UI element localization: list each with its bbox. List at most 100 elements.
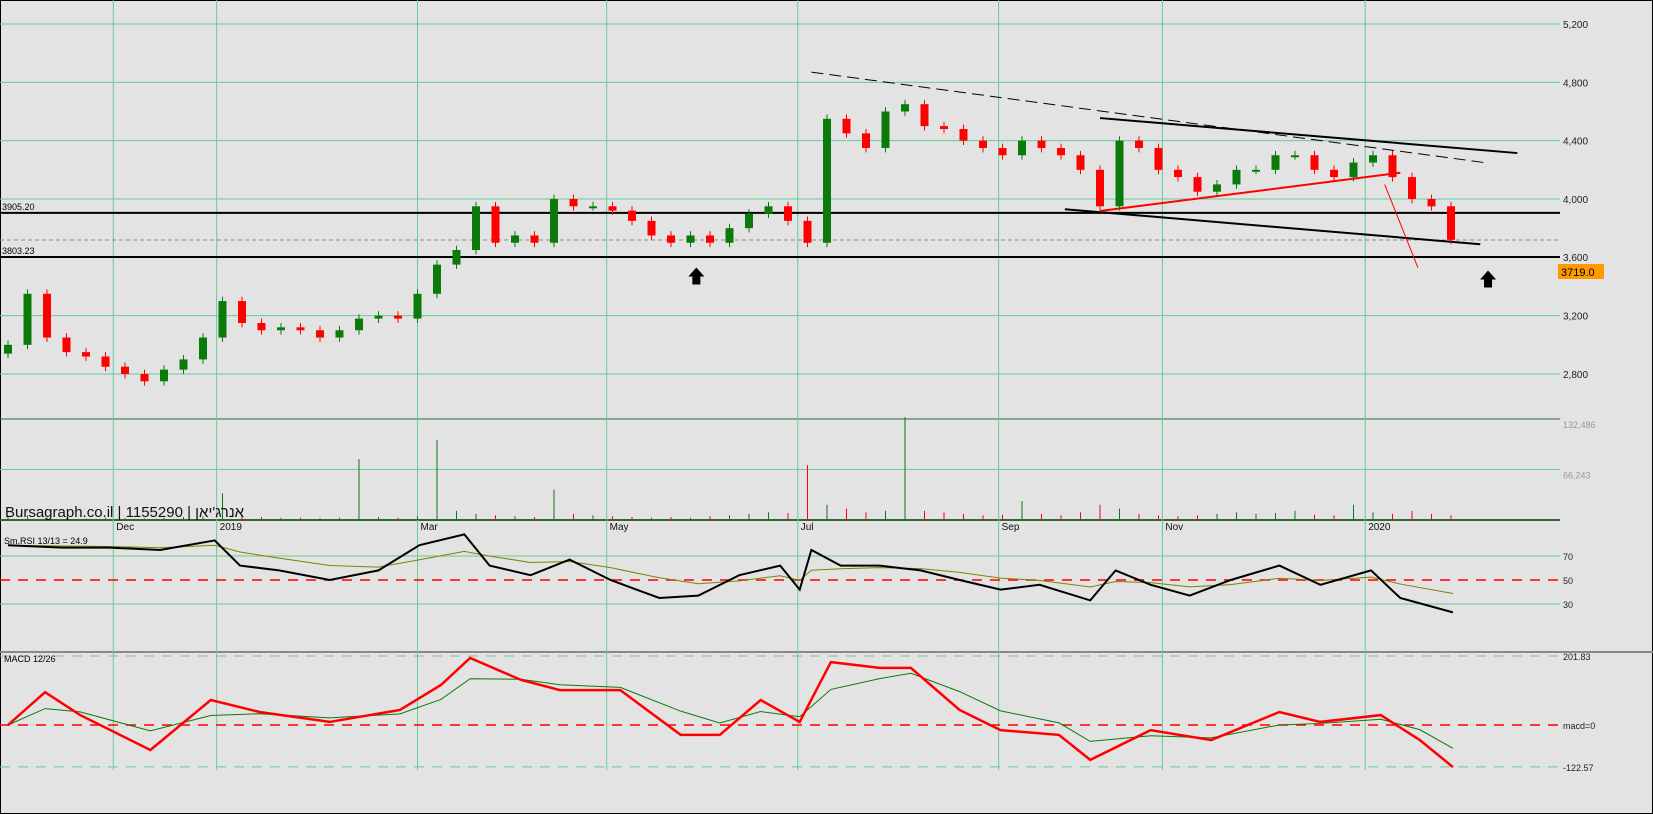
candle-body [199, 337, 207, 360]
macd-tick-label: macd=0 [1563, 721, 1595, 731]
candle-body [686, 235, 695, 243]
candle-body [316, 330, 324, 338]
candle-body [355, 318, 363, 331]
trendline [1064, 208, 1481, 246]
candle-body [277, 327, 285, 331]
last-price-label: 3719.0 [1561, 267, 1595, 279]
candle-body [901, 104, 909, 112]
candle-body [374, 315, 383, 319]
x-tick-label: May [610, 522, 629, 533]
candle-body [23, 293, 32, 345]
candle-body [1076, 155, 1085, 170]
candle-body [335, 330, 344, 338]
candle-body [1408, 177, 1416, 199]
up-arrow-icon [688, 267, 705, 285]
rsi-label: Sm.RSI 13/13 = 24.9 [4, 536, 88, 546]
candle-body [608, 206, 617, 211]
candle-body [1271, 155, 1280, 170]
candle-body [1388, 155, 1397, 178]
candle-body [1427, 199, 1436, 207]
candle-body [823, 118, 831, 243]
candle-body [511, 235, 519, 243]
candle-body [433, 264, 441, 294]
candle-body [257, 322, 266, 331]
candle-body [745, 213, 753, 229]
price-tick-label: 4,400 [1563, 137, 1588, 148]
x-tick-label: Jul [801, 522, 814, 533]
watermark: Bursagraph.co.il | 1155290 | אנרג'יאן [5, 504, 245, 521]
price-tick-label: 4,800 [1563, 78, 1588, 89]
rsi-signal-line [7, 544, 1454, 595]
candle-body [589, 206, 597, 209]
candle-body [1018, 140, 1026, 156]
x-tick-label: Sep [1002, 522, 1020, 533]
candle-body [1330, 169, 1338, 178]
candle-body [394, 315, 402, 319]
candle-body [1037, 140, 1046, 148]
candle-body [491, 206, 500, 243]
macd-panel [7, 656, 1454, 769]
candle-body [82, 352, 90, 357]
candle-body [569, 199, 578, 207]
x-tick-label: Nov [1165, 522, 1183, 533]
candle-body [1310, 155, 1319, 170]
candle-body [452, 250, 461, 265]
candle-body [1447, 206, 1455, 240]
candle-body [530, 235, 539, 243]
candle-body [1232, 169, 1241, 185]
candle-body [413, 293, 422, 319]
macd-label: MACD 12/26 [4, 654, 56, 664]
candle-body [979, 140, 987, 148]
rsi-tick-label: 70 [1563, 552, 1573, 562]
candle-body [998, 147, 1007, 156]
candle-body [218, 301, 227, 338]
level-label: 3905.20 [2, 202, 35, 212]
price-tick-label: 3,200 [1563, 312, 1588, 323]
candlesticks [4, 99, 1455, 386]
trendlines [0, 71, 1560, 288]
candle-body [140, 374, 149, 382]
rsi-tick-label: 30 [1563, 600, 1573, 610]
macd-tick-label: -122.57 [1563, 763, 1594, 773]
macd-tick-label: 201.83 [1563, 652, 1591, 662]
candle-body [1115, 140, 1124, 207]
x-tick-label: 2019 [220, 522, 243, 533]
candle-body [1291, 155, 1299, 158]
candle-body [842, 118, 851, 134]
price-tick-label: 3,600 [1563, 253, 1588, 264]
price-tick-label: 4,000 [1563, 195, 1588, 206]
candle-body [959, 129, 968, 141]
rsi-tick-label: 50 [1563, 576, 1573, 586]
trendline [811, 71, 1485, 164]
rsi-panel [7, 533, 1454, 614]
candle-body [62, 337, 71, 353]
axis-labels: Dec 2019 Mar May Jul Sep Nov 2020 5,200 4,800 4,40… [2, 20, 1596, 773]
candle-body [1174, 169, 1182, 178]
candle-body [1349, 162, 1358, 178]
candle-body [628, 210, 636, 221]
macd-signal-line [7, 672, 1454, 749]
candle-body [940, 126, 948, 129]
candle-body [1252, 169, 1260, 172]
candle-body [1193, 177, 1202, 192]
macd-line [7, 656, 1454, 769]
up-arrow-icon [1480, 270, 1497, 288]
x-tick-label: Dec [116, 522, 134, 533]
volume-tick-label: 66,243 [1563, 471, 1591, 481]
volume-tick-label: 132,486 [1563, 420, 1596, 430]
candle-body [764, 206, 773, 214]
candle-body [101, 356, 110, 367]
candle-body [706, 235, 714, 243]
level-label: 3803.23 [2, 246, 35, 256]
candle-body [238, 301, 246, 323]
candle-body [803, 220, 812, 243]
candle-body [296, 327, 305, 331]
x-tick-label: 2020 [1368, 522, 1391, 533]
candle-body [920, 104, 929, 127]
candle-body [784, 206, 792, 221]
candle-body [4, 344, 12, 354]
candle-body [1135, 140, 1143, 148]
candle-body [667, 235, 675, 243]
candle-body [160, 369, 168, 382]
trendline [1099, 171, 1401, 212]
